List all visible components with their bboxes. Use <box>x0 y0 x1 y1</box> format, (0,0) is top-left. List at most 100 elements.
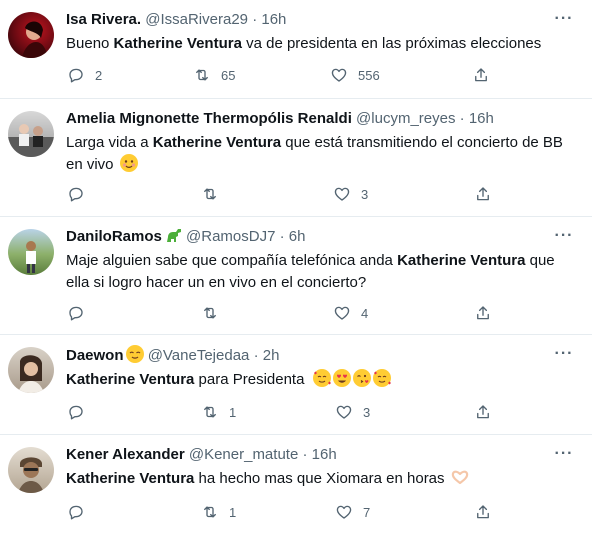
tweet-1[interactable]: Isa Rivera. @IssaRivera29 · 16h ··· Buen… <box>0 0 592 99</box>
like-button[interactable]: 3 <box>333 184 368 204</box>
text-segment: Maje alguien sabe que compañía telefónic… <box>66 252 398 269</box>
reply-button[interactable] <box>67 184 95 204</box>
avatar[interactable] <box>8 111 54 157</box>
like-count: 556 <box>358 67 380 83</box>
like-count: 3 <box>361 186 369 202</box>
text-segment: ha hecho mas que Xiomara en horas <box>194 470 445 487</box>
like-button[interactable]: 7 <box>335 502 370 522</box>
handle[interactable]: @IssaRivera29 <box>145 11 248 28</box>
mention-bold: Katherine Ventura <box>152 134 282 151</box>
tweet-text: Bueno Katherine Ventura va de presidenta… <box>66 33 572 55</box>
like-button[interactable]: 4 <box>333 303 368 323</box>
tweet-text: Maje alguien sabe que compañía telefónic… <box>66 250 572 294</box>
timestamp[interactable]: 2h <box>263 347 280 364</box>
avatar[interactable] <box>8 12 54 58</box>
avatar[interactable] <box>8 229 54 275</box>
text-segment: que <box>525 252 555 269</box>
face-blowing-kiss-emoji <box>352 369 371 387</box>
handle[interactable]: @RamosDJ7 <box>186 228 275 245</box>
reply-count: 2 <box>95 67 103 83</box>
avatar[interactable] <box>8 347 54 393</box>
share-button[interactable] <box>472 65 490 85</box>
text-segment: para Presidenta <box>194 371 305 388</box>
separator: · <box>252 11 258 28</box>
share-icon <box>474 304 492 322</box>
share-button[interactable] <box>474 502 492 522</box>
share-icon <box>474 403 492 421</box>
display-name[interactable]: Kener Alexander <box>66 446 185 463</box>
retweet-button[interactable]: 1 <box>201 402 236 422</box>
more-options-icon[interactable]: ··· <box>554 228 574 247</box>
tweet-header: Amelia Mignonette Thermopólis Renaldi @l… <box>66 109 552 129</box>
retweet-icon <box>201 304 219 322</box>
retweet-button[interactable] <box>201 303 229 323</box>
retweet-icon <box>201 403 219 421</box>
text-segment: va de presidenta en las próximas eleccio… <box>241 35 542 52</box>
avatar[interactable] <box>8 447 54 493</box>
heart-hands-emoji <box>451 469 469 485</box>
timestamp[interactable]: 16h <box>469 110 494 127</box>
retweet-count: 1 <box>229 504 237 520</box>
reply-button[interactable] <box>67 303 95 323</box>
retweet-button[interactable]: 1 <box>201 502 236 522</box>
retweet-count: 65 <box>221 67 236 83</box>
share-button[interactable] <box>474 303 492 323</box>
tweet-2[interactable]: Amelia Mignonette Thermopólis Renaldi @l… <box>0 99 592 217</box>
smiling-face-with-hearts-emoji <box>312 369 331 387</box>
tweet-5[interactable]: Kener Alexander @Kener_matute · 16h ··· … <box>0 435 592 534</box>
mention-bold: Katherine Ventura <box>66 470 195 487</box>
timestamp[interactable]: 6h <box>289 228 306 245</box>
reply-button[interactable]: 2 <box>67 65 102 85</box>
display-name[interactable]: Daewon <box>66 347 124 364</box>
share-icon <box>472 66 490 84</box>
separator: · <box>253 347 259 364</box>
tweet-4[interactable]: Daewon @VaneTejedaa · 2h ··· Katherine V… <box>0 335 592 435</box>
text-segment: en vivo <box>66 156 114 173</box>
share-button[interactable] <box>474 402 492 422</box>
reply-icon <box>67 503 85 521</box>
like-button[interactable]: 556 <box>330 65 380 85</box>
mention-bold: Katherine Ventura <box>113 35 242 52</box>
handle[interactable]: @lucym_reyes <box>356 110 455 127</box>
retweet-icon <box>201 185 219 203</box>
tweet-text: Katherine Ventura ha hecho mas que Xioma… <box>66 468 572 490</box>
reply-button[interactable] <box>67 502 95 522</box>
text-segment: Bueno <box>66 35 114 52</box>
handle[interactable]: @VaneTejedaa <box>148 347 250 364</box>
display-name[interactable]: DaniloRamos <box>66 228 162 245</box>
like-button[interactable]: 3 <box>335 402 370 422</box>
heart-eyes-emoji <box>332 369 351 387</box>
heart-icon <box>335 403 353 421</box>
separator: · <box>279 228 285 245</box>
separator: · <box>302 446 308 463</box>
tweet-actions: 3 <box>0 184 592 204</box>
smiling-face-emoji <box>119 154 138 172</box>
tweet-actions: 4 <box>0 303 592 323</box>
retweet-icon <box>193 66 211 84</box>
more-options-icon[interactable]: ··· <box>554 446 574 465</box>
display-name[interactable]: Amelia Mignonette Thermopólis Renaldi <box>66 110 352 127</box>
timestamp[interactable]: 16h <box>312 446 337 463</box>
reply-button[interactable] <box>67 402 95 422</box>
tweet-text: Larga vida a Katherine Ventura que está … <box>66 132 572 176</box>
more-options-icon[interactable]: ··· <box>554 346 574 365</box>
share-icon <box>474 503 492 521</box>
display-name[interactable]: Isa Rivera. <box>66 11 141 28</box>
like-count: 7 <box>363 504 371 520</box>
text-segment: ella si logro hacer un en vivo en el con… <box>66 274 367 291</box>
retweet-button[interactable] <box>201 184 229 204</box>
like-count: 4 <box>361 305 369 321</box>
handle[interactable]: @Kener_matute <box>189 446 298 463</box>
retweet-button[interactable]: 65 <box>193 65 235 85</box>
timestamp[interactable]: 16h <box>261 11 286 28</box>
share-button[interactable] <box>474 184 492 204</box>
heart-icon <box>333 185 351 203</box>
reply-icon <box>67 403 85 421</box>
more-options-icon[interactable]: ··· <box>554 11 574 30</box>
text-segment: Larga vida a <box>66 134 153 151</box>
share-icon <box>474 185 492 203</box>
tweet-3[interactable]: DaniloRamos @RamosDJ7 · 6h ··· Maje algu… <box>0 217 592 335</box>
tweet-header: Kener Alexander @Kener_matute · 16h <box>66 445 552 465</box>
dinosaur-emoji <box>164 227 182 243</box>
smiling-face-with-hearts-emoji <box>372 369 391 387</box>
